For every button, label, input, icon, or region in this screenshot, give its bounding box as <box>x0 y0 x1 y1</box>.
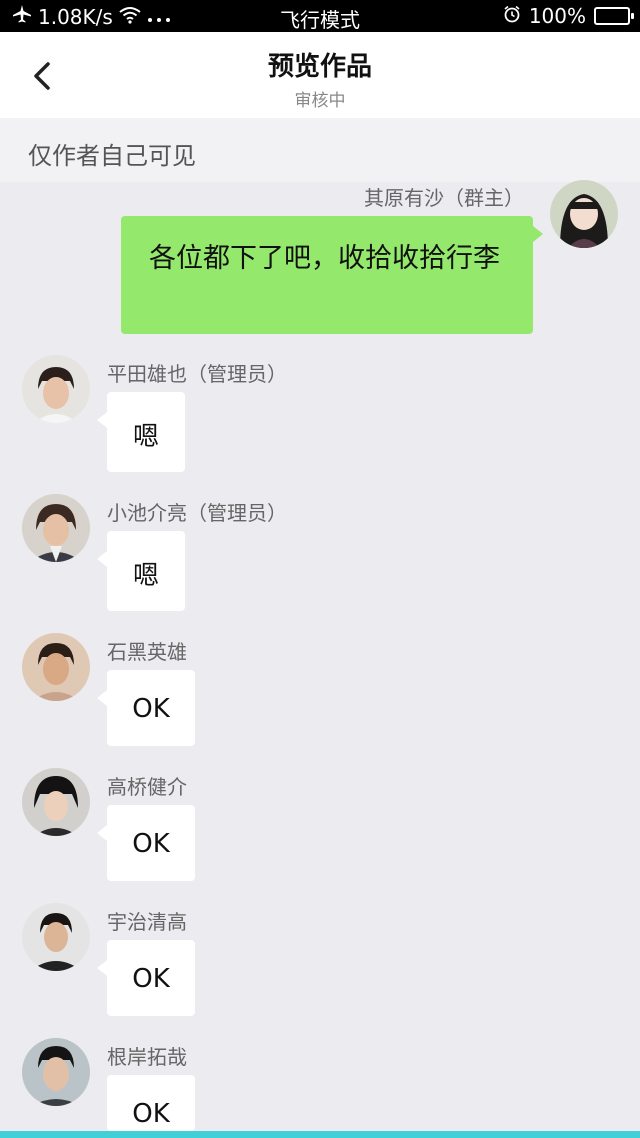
message-text: OK <box>132 964 170 994</box>
message-text: 嗯 <box>132 422 159 452</box>
sender-name: 石黑英雄 <box>107 640 187 664</box>
avatar[interactable] <box>22 494 90 562</box>
message-bubble[interactable]: 嗯 <box>97 531 185 611</box>
sender-name: 平田雄也（管理员） <box>107 362 287 386</box>
sender-name: 高桥健介 <box>107 775 187 799</box>
sender-name: 其原有沙（群主） <box>364 186 524 210</box>
message-bubble[interactable]: OK <box>97 805 195 881</box>
message-bubble[interactable]: 嗯 <box>97 392 185 472</box>
bottom-accent-bar <box>0 1131 640 1138</box>
sender-name: 宇治清高 <box>107 910 187 934</box>
avatar[interactable] <box>22 355 90 423</box>
status-bar: 1.08K/s 飞行模式 100% <box>0 0 640 32</box>
battery-percent: 100% <box>528 4 586 28</box>
message-bubble[interactable]: OK <box>97 940 195 1016</box>
avatar[interactable] <box>22 1038 90 1106</box>
page-title: 预览作品 <box>267 52 372 82</box>
message-text: 各位都下了吧，收拾收拾行李 <box>149 243 500 274</box>
avatar[interactable] <box>22 768 90 836</box>
avatar[interactable] <box>22 903 90 971</box>
message-bubble[interactable]: OK <box>107 1075 195 1131</box>
page-subtitle: 审核中 <box>294 91 346 111</box>
message-bubble[interactable]: 各位都下了吧，收拾收拾行李 <box>121 216 543 334</box>
status-right: 100% <box>503 4 634 28</box>
alarm-clock-icon <box>503 4 521 28</box>
message-text: 嗯 <box>132 561 159 591</box>
message-text: OK <box>132 1099 170 1129</box>
avatar[interactable] <box>550 180 618 248</box>
sender-name: 根岸拓哉 <box>107 1045 187 1069</box>
message-text: OK <box>132 694 170 724</box>
visibility-notice: 仅作者自己可见 <box>0 118 640 182</box>
message-text: OK <box>132 829 170 859</box>
battery-icon <box>594 7 634 25</box>
avatar[interactable] <box>22 633 90 701</box>
nav-bar: 预览作品 审核中 <box>0 32 640 118</box>
sender-name: 小池介亮（管理员） <box>107 501 287 525</box>
message-bubble[interactable]: OK <box>97 670 195 746</box>
